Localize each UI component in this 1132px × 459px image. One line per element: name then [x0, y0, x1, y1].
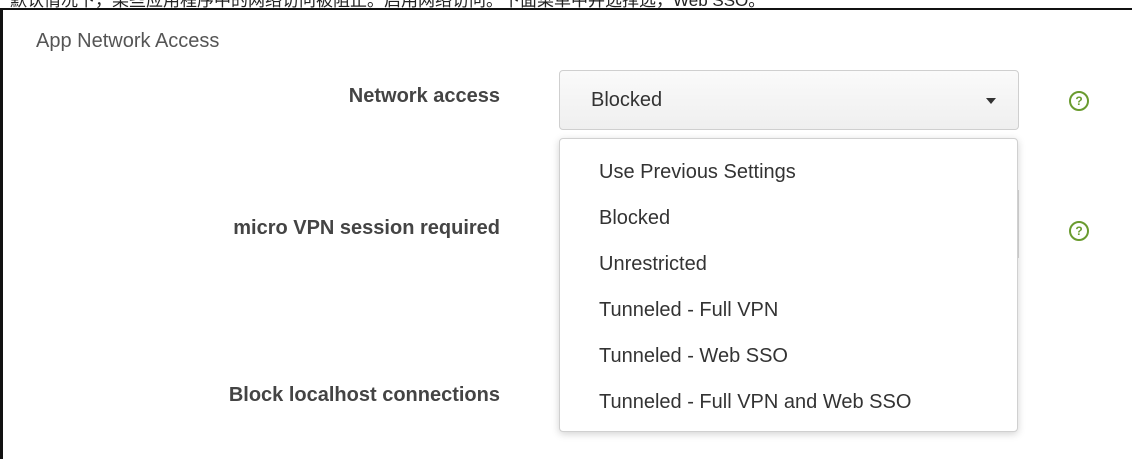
panel-border-left [0, 8, 3, 459]
network-access-dropdown-menu: Use Previous Settings Blocked Unrestrict… [559, 138, 1018, 432]
help-glyph: ? [1075, 224, 1083, 238]
caret-down-icon [986, 98, 996, 104]
micro-vpn-label: micro VPN session required [233, 217, 500, 239]
network-access-label: Network access [348, 85, 500, 107]
menu-item-blocked[interactable]: Blocked [560, 198, 1017, 244]
menu-item-tunneled-full-vpn-and-web-sso[interactable]: Tunneled - Full VPN and Web SSO [560, 382, 1017, 428]
network-access-selected-value: Blocked [591, 89, 663, 111]
banner-text: 默认情况下，某些应用程序中的网络访问被阻止。启用网络访问。下面菜单中并选择选，W… [10, 0, 765, 8]
section-title: App Network Access [36, 30, 220, 52]
menu-item-tunneled-web-sso[interactable]: Tunneled - Web SSO [560, 336, 1017, 382]
menu-item-tunneled-full-vpn[interactable]: Tunneled - Full VPN [560, 290, 1017, 336]
block-localhost-label: Block localhost connections [228, 384, 500, 406]
panel-border-top [0, 8, 1132, 10]
cropped-instruction-banner: 默认情况下，某些应用程序中的网络访问被阻止。启用网络访问。下面菜单中并选择选，W… [0, 0, 1132, 8]
menu-item-use-previous-settings[interactable]: Use Previous Settings [560, 152, 1017, 198]
help-glyph: ? [1075, 94, 1083, 108]
help-icon[interactable]: ? [1069, 91, 1089, 111]
network-access-select[interactable]: Blocked [559, 70, 1019, 130]
help-icon[interactable]: ? [1069, 221, 1089, 241]
menu-item-unrestricted[interactable]: Unrestricted [560, 244, 1017, 290]
